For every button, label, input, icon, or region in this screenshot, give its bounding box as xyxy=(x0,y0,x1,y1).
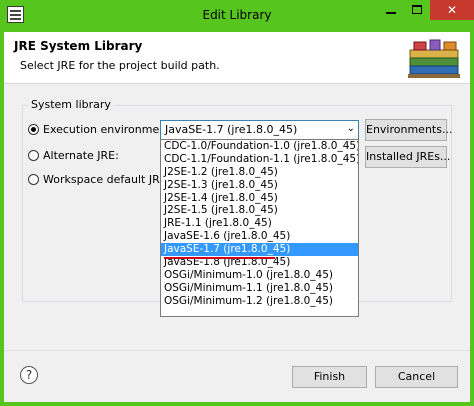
maximize-icon xyxy=(412,5,422,14)
dropdown-list-item[interactable]: CDC-1.0/Foundation-1.0 (jre1.8.0_45) xyxy=(161,140,358,153)
installed-jres-button[interactable]: Installed JREs... xyxy=(365,146,450,168)
combo-value: JavaSE-1.7 (jre1.8.0_45) xyxy=(165,123,298,136)
minimize-icon xyxy=(386,12,396,14)
window-frame-right xyxy=(470,32,474,406)
title-bar[interactable]: Edit Library ✕ xyxy=(0,0,474,32)
help-icon[interactable]: ? xyxy=(20,366,38,384)
annotation-underline xyxy=(164,257,275,259)
execution-environment-combo[interactable]: JavaSE-1.7 (jre1.8.0_45) ⌄ xyxy=(160,120,359,140)
dialog-header: JRE System Library Select JRE for the pr… xyxy=(4,32,470,84)
dropdown-list-item[interactable]: JavaSE-1.6 (jre1.8.0_45) xyxy=(161,230,358,243)
system-library-group-label: System library xyxy=(28,98,114,111)
alternate-jre-option[interactable]: Alternate JRE: xyxy=(28,147,119,163)
dropdown-list-item[interactable]: J2SE-1.3 (jre1.8.0_45) xyxy=(161,179,358,192)
window-frame-bottom xyxy=(0,402,474,406)
execution-environment-radio[interactable] xyxy=(28,123,39,135)
dropdown-list-item[interactable]: J2SE-1.2 (jre1.8.0_45) xyxy=(161,166,358,179)
maximize-button[interactable] xyxy=(404,0,430,20)
dropdown-list-item[interactable]: OSGi/Minimum-1.0 (jre1.8.0_45) xyxy=(161,269,358,282)
close-icon: ✕ xyxy=(446,3,458,17)
dropdown-list-item[interactable]: J2SE-1.5 (jre1.8.0_45) xyxy=(161,204,358,217)
execution-environment-label: Execution environment: xyxy=(43,122,175,136)
alternate-jre-radio[interactable] xyxy=(28,149,39,161)
header-description: Select JRE for the project build path. xyxy=(20,59,220,72)
alternate-jre-label: Alternate JRE: xyxy=(43,148,119,162)
library-books-icon xyxy=(408,39,460,78)
execution-environment-dropdown-list[interactable]: CDC-1.0/Foundation-1.0 (jre1.8.0_45) CDC-… xyxy=(160,139,359,317)
dropdown-list-item[interactable]: OSGi/Minimum-1.2 (jre1.8.0_45) xyxy=(161,295,358,308)
chevron-down-icon[interactable]: ⌄ xyxy=(347,123,355,134)
workspace-default-jre-radio[interactable] xyxy=(28,173,39,185)
dropdown-list-item[interactable]: OSGi/Minimum-1.1 (jre1.8.0_45) xyxy=(161,282,358,295)
header-title: JRE System Library xyxy=(14,39,143,53)
dropdown-list-item[interactable]: JRE-1.1 (jre1.8.0_45) xyxy=(161,217,358,230)
finish-button[interactable]: Finish xyxy=(292,366,367,388)
footer-separator xyxy=(4,350,470,351)
execution-environment-option[interactable]: Execution environment: xyxy=(28,121,174,137)
dropdown-list-item[interactable]: JavaSE-1.7 (jre1.8.0_45) xyxy=(161,243,358,257)
environments-button[interactable]: Environments... xyxy=(365,119,452,141)
dropdown-list-item[interactable]: CDC-1.1/Foundation-1.1 (jre1.8.0_45) xyxy=(161,153,358,166)
dropdown-list-item[interactable]: J2SE-1.4 (jre1.8.0_45) xyxy=(161,192,358,205)
cancel-button[interactable]: Cancel xyxy=(375,366,458,388)
close-button[interactable]: ✕ xyxy=(430,0,474,20)
minimize-button[interactable] xyxy=(378,0,404,20)
